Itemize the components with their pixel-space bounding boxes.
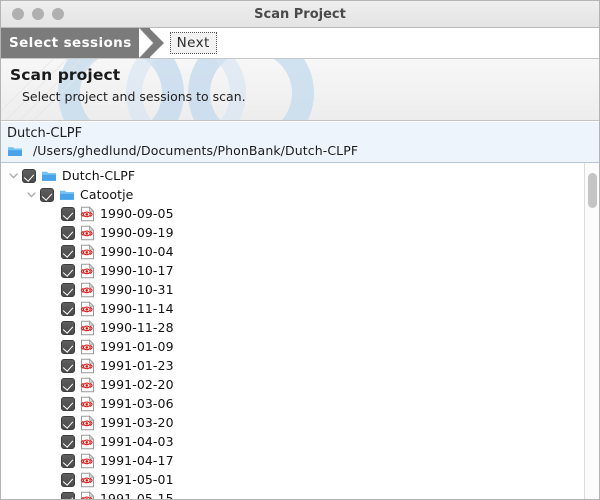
tree-row-label: 1990-10-04 <box>100 244 174 259</box>
next-button-label: Next <box>176 35 210 51</box>
page-title: Scan project <box>10 66 121 84</box>
tree-row-label: 1990-09-05 <box>100 206 174 221</box>
session-icon <box>80 395 95 412</box>
tree-row-label: 1991-05-01 <box>100 472 174 487</box>
breadcrumb-select-sessions[interactable]: Select sessions <box>1 28 164 58</box>
project-path-row: /Users/ghedlund/Documents/PhonBank/Dutch… <box>7 142 599 160</box>
chevron-down-icon[interactable] <box>23 189 40 200</box>
tree-row[interactable]: 1990-09-05 <box>1 204 584 223</box>
session-icon <box>80 490 95 499</box>
tree-row[interactable]: Catootje <box>1 185 584 204</box>
tree-row-checkbox[interactable] <box>61 358 75 373</box>
tree-row-label: Dutch-CLPF <box>62 168 136 183</box>
tree-row[interactable]: 1990-09-19 <box>1 223 584 242</box>
tree-row[interactable]: 1991-03-06 <box>1 394 584 413</box>
session-icon <box>80 376 95 393</box>
tree-row-label: 1990-10-31 <box>100 282 174 297</box>
tree-row-checkbox[interactable] <box>61 415 75 430</box>
tree-row[interactable]: 1991-04-17 <box>1 451 584 470</box>
tree-row-checkbox[interactable] <box>61 339 75 354</box>
next-button[interactable]: Next <box>169 32 217 54</box>
page-subtitle: Select project and sessions to scan. <box>22 89 246 104</box>
project-path-text: /Users/ghedlund/Documents/PhonBank/Dutch… <box>33 143 359 158</box>
close-button[interactable] <box>12 8 24 20</box>
tree-row-label: 1990-11-14 <box>100 301 174 316</box>
window-titlebar: Scan Project <box>1 1 599 28</box>
tree-row[interactable]: 1990-10-31 <box>1 280 584 299</box>
session-icon <box>80 224 95 241</box>
tree-row[interactable]: 1991-05-15 <box>1 489 584 499</box>
wizard-breadcrumb-bar: Select sessions Next <box>1 28 599 59</box>
tree-row-checkbox[interactable] <box>61 396 75 411</box>
tree-row-checkbox[interactable] <box>61 263 75 278</box>
tree-row[interactable]: 1991-02-20 <box>1 375 584 394</box>
tree-row[interactable]: 1991-01-23 <box>1 356 584 375</box>
window-title: Scan Project <box>254 6 346 22</box>
header-text-block: Scan project Select project and sessions… <box>1 59 599 104</box>
session-icon <box>80 281 95 298</box>
tree-row-checkbox[interactable] <box>61 282 75 297</box>
session-icon <box>80 262 95 279</box>
session-icon <box>80 357 95 374</box>
header-banner: Scan project Select project and sessions… <box>1 59 599 121</box>
tree-row-label: 1990-10-17 <box>100 263 174 278</box>
tree-row[interactable]: 1990-10-17 <box>1 261 584 280</box>
tree-row-checkbox[interactable] <box>61 377 75 392</box>
tree-row-checkbox[interactable] <box>61 472 75 487</box>
tree-row-checkbox[interactable] <box>22 168 36 183</box>
session-icon <box>80 205 95 222</box>
tree-row-checkbox[interactable] <box>61 225 75 240</box>
minimize-button[interactable] <box>32 8 44 20</box>
chevron-down-icon[interactable] <box>5 170 22 181</box>
tree-row-label: 1990-11-28 <box>100 320 174 335</box>
session-icon <box>80 452 95 469</box>
folder-icon <box>59 187 75 203</box>
tree-row[interactable]: 1990-10-04 <box>1 242 584 261</box>
tree-row-checkbox[interactable] <box>40 187 54 202</box>
tree-row-label: 1991-04-17 <box>100 453 174 468</box>
tree-row[interactable]: 1991-04-03 <box>1 432 584 451</box>
window-controls <box>12 8 64 20</box>
tree-row-checkbox[interactable] <box>61 206 75 221</box>
folder-icon <box>41 168 57 184</box>
tree-row-label: 1991-01-23 <box>100 358 174 373</box>
tree-row[interactable]: 1991-05-01 <box>1 470 584 489</box>
session-tree[interactable]: Dutch-CLPF Catootje 1990-09-05 1990-09-1… <box>1 163 584 499</box>
tree-row-label: 1991-04-03 <box>100 434 174 449</box>
tree-row-label: 1991-05-15 <box>100 491 174 499</box>
folder-icon <box>7 143 23 159</box>
tree-row-label: 1991-02-20 <box>100 377 174 392</box>
project-name: Dutch-CLPF <box>7 126 83 141</box>
session-icon <box>80 433 95 450</box>
tree-row-label: 1991-03-06 <box>100 396 174 411</box>
tree-row-label: 1990-09-19 <box>100 225 174 240</box>
zoom-button[interactable] <box>52 8 64 20</box>
tree-row-checkbox[interactable] <box>61 244 75 259</box>
tree-row[interactable]: 1991-03-20 <box>1 413 584 432</box>
tree-row-checkbox[interactable] <box>61 434 75 449</box>
tree-scrollbar[interactable] <box>584 163 599 499</box>
session-icon <box>80 471 95 488</box>
session-icon <box>80 319 95 336</box>
scan-project-window: Scan Project Select sessions Next Scan p… <box>0 0 600 500</box>
session-icon <box>80 338 95 355</box>
tree-scrollbar-thumb[interactable] <box>588 173 597 208</box>
session-tree-panel: Dutch-CLPF Catootje 1990-09-05 1990-09-1… <box>1 163 599 499</box>
tree-row-label: 1991-01-09 <box>100 339 174 354</box>
tree-row-label: Catootje <box>80 187 134 202</box>
tree-row-checkbox[interactable] <box>61 301 75 316</box>
tree-row-label: 1991-03-20 <box>100 415 174 430</box>
breadcrumb-select-sessions-label: Select sessions <box>9 35 132 51</box>
tree-row-checkbox[interactable] <box>61 320 75 335</box>
tree-row-checkbox[interactable] <box>61 491 75 499</box>
session-icon <box>80 414 95 431</box>
project-path-bar[interactable]: Dutch-CLPF /Users/ghedlund/Documents/Pho… <box>1 121 599 163</box>
session-icon <box>80 243 95 260</box>
tree-row-checkbox[interactable] <box>61 453 75 468</box>
session-icon <box>80 300 95 317</box>
tree-row[interactable]: 1990-11-28 <box>1 318 584 337</box>
tree-row[interactable]: 1991-01-09 <box>1 337 584 356</box>
tree-row[interactable]: Dutch-CLPF <box>1 166 584 185</box>
tree-row[interactable]: 1990-11-14 <box>1 299 584 318</box>
